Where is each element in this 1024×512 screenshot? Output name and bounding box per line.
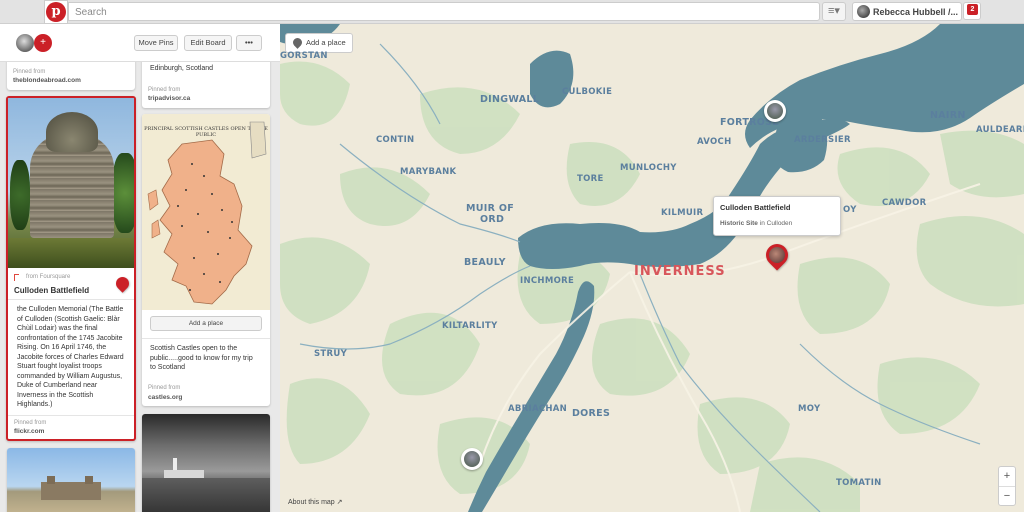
notifications-button[interactable]: 2	[963, 2, 981, 20]
place-label: OY	[843, 205, 857, 215]
map-pin-marker[interactable]	[461, 448, 483, 470]
popup-in: in	[759, 220, 765, 227]
place-label: MUIR OF	[466, 203, 514, 214]
place-label: GORSTAN	[280, 51, 328, 61]
place-label: TORE	[577, 174, 604, 184]
avatar	[857, 5, 870, 18]
popup-title[interactable]: Culloden Battlefield	[720, 203, 834, 212]
pin-image[interactable]	[7, 448, 135, 512]
pinned-from-label: Pinned from	[13, 69, 46, 75]
pins-column: + Move Pins Edit Board ••• Pinned from t…	[0, 24, 280, 512]
map-pin-icon	[291, 36, 304, 49]
add-collaborator-icon[interactable]: +	[34, 34, 52, 52]
place-label: CAWDOR	[882, 198, 927, 208]
pin-source-link[interactable]: castles.org	[148, 394, 182, 401]
place-label: CONTIN	[376, 135, 415, 145]
place-label: MUNLOCHY	[620, 163, 677, 173]
zoom-out-button[interactable]: −	[999, 487, 1015, 506]
popup-subtitle: Historic Site in Culloden	[720, 220, 834, 227]
map-view[interactable]: Add a place GORSTAN DINGWALL CULBOKIE FO…	[280, 24, 1024, 512]
popup-location: Culloden	[766, 220, 793, 227]
map-pin-icon[interactable]	[113, 274, 132, 293]
map-pin-marker[interactable]	[764, 100, 786, 122]
pin-description: the Culloden Memorial (The Battle of Cul…	[17, 306, 124, 408]
place-label: INCHMORE	[520, 276, 575, 286]
pin-card[interactable]	[7, 448, 135, 512]
search-input[interactable]: Search	[68, 2, 820, 21]
pin-card[interactable]: PRINCIPAL SCOTTISH CASTLES OPEN TO THE P…	[142, 114, 270, 406]
place-popup[interactable]: Culloden Battlefield Historic Site in Cu…	[713, 196, 841, 236]
place-label: STRUY	[314, 349, 348, 359]
move-pins-button[interactable]: Move Pins	[134, 35, 178, 51]
place-label: AULDEARN	[976, 125, 1024, 135]
pin-source-link[interactable]: tripadvisor.ca	[148, 95, 190, 102]
zoom-control: + −	[998, 466, 1016, 506]
place-source-label: from Foursquare	[26, 274, 71, 280]
user-profile-button[interactable]: Rebecca Hubbell /...	[852, 2, 962, 21]
pin-description: Scottish Castles open to the public.....…	[150, 345, 253, 371]
top-bar: p Search ≡▾ Rebecca Hubbell /... 2	[0, 0, 1024, 24]
user-name: Rebecca Hubbell /...	[873, 7, 959, 17]
external-link-icon: ↗	[336, 499, 343, 506]
place-label: MOY	[798, 404, 821, 414]
notification-count-badge: 2	[967, 4, 978, 15]
place-label: NAIRN	[930, 110, 966, 121]
edit-board-button[interactable]: Edit Board	[184, 35, 232, 51]
place-label: BEAULY	[464, 257, 506, 268]
board-toolbar: + Move Pins Edit Board •••	[0, 24, 280, 62]
city-label: INVERNESS	[634, 264, 726, 279]
avatar[interactable]	[16, 34, 34, 52]
place-label: MARYBANK	[400, 167, 457, 177]
place-label: DINGWALL	[480, 94, 540, 105]
pin-image[interactable]	[8, 98, 134, 268]
about-map-label: About this map	[288, 499, 335, 506]
menu-icon[interactable]: ≡▾	[822, 2, 846, 21]
zoom-in-button[interactable]: +	[999, 467, 1015, 486]
pin-card-selected[interactable]: from Foursquare Culloden Battlefield the…	[6, 96, 136, 441]
about-map-link[interactable]: About this map ↗	[288, 498, 343, 506]
place-label: TOMATIN	[836, 478, 882, 488]
add-place-button[interactable]: Add a place	[150, 316, 262, 331]
pin-card[interactable]	[142, 414, 270, 512]
pinned-from-label: Pinned from	[148, 385, 181, 391]
place-label: ABRIACHAN	[508, 404, 568, 414]
pinned-from-label: Pinned from	[14, 420, 47, 426]
pinterest-logo-icon[interactable]: p	[46, 2, 66, 22]
place-title[interactable]: Culloden Battlefield	[14, 286, 89, 295]
place-label: AVOCH	[697, 137, 732, 147]
place-label: KILMUIR	[661, 208, 704, 218]
pin-source-link[interactable]: theblondeabroad.com	[13, 77, 81, 84]
more-options-button[interactable]: •••	[236, 35, 262, 51]
pin-card[interactable]: Rosslyn Chapel of The Templars ~ Edinbur…	[142, 54, 270, 108]
pin-image[interactable]	[142, 414, 270, 512]
place-label: DORES	[572, 408, 611, 419]
place-label: ARDERSIER	[794, 135, 851, 145]
pin-image[interactable]: PRINCIPAL SCOTTISH CASTLES OPEN TO THE P…	[142, 114, 270, 310]
pin-source-link[interactable]: flickr.com	[14, 428, 44, 435]
foursquare-icon	[14, 274, 19, 281]
popup-category: Historic Site	[720, 220, 758, 227]
place-label: ORD	[480, 214, 505, 225]
place-label: KILTARLITY	[442, 321, 498, 331]
add-place-button[interactable]: Add a place	[285, 33, 353, 53]
place-label: CULBOKIE	[562, 87, 613, 97]
pinned-from-label: Pinned from	[148, 87, 181, 93]
add-place-label: Add a place	[306, 38, 346, 47]
